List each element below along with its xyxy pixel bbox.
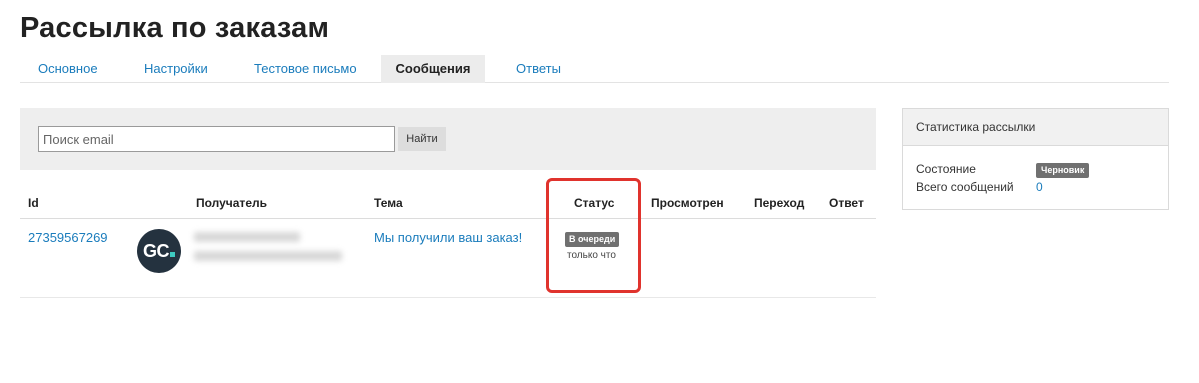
stats-panel: Статистика рассылки Состояние Черновик В… [902,108,1169,210]
page-title: Рассылка по заказам [20,12,330,44]
search-button[interactable]: Найти [398,127,446,151]
tab-bar: Основное Настройки Тестовое письмо Сообщ… [20,55,1169,83]
stats-panel-title: Статистика рассылки [903,109,1168,146]
avatar-dot [170,252,175,257]
tab-messages[interactable]: Сообщения [381,55,485,83]
tab-replies[interactable]: Ответы [516,55,561,83]
column-header-recipient: Получатель [196,196,267,210]
column-header-subject: Тема [374,196,403,210]
message-subject-link[interactable]: Мы получили ваш заказ! [374,230,522,245]
column-header-reply: Ответ [829,196,864,210]
redacted-recipient-email [194,251,342,261]
search-panel: Найти [20,108,876,170]
column-header-id: Id [28,196,39,210]
column-header-status: Статус [574,196,615,210]
search-input[interactable] [38,126,395,152]
tab-settings[interactable]: Настройки [144,55,208,83]
status-timestamp: только что [567,250,616,261]
status-badge: В очереди [565,232,620,247]
tab-main[interactable]: Основное [38,55,98,83]
tab-test-email[interactable]: Тестовое письмо [254,55,357,83]
column-header-viewed: Просмотрен [651,196,724,210]
avatar-initials: GC [143,241,170,261]
table-header: Id Получатель Тема Статус Просмотрен Пер… [20,187,876,219]
redacted-recipient-name [194,232,300,242]
table-row: 27359567269 GC Мы получили ваш заказ! В … [20,220,876,298]
avatar-logo: GC [137,229,181,273]
stats-state-label: Состояние [916,162,976,176]
stats-total-label: Всего сообщений [916,180,1014,194]
column-header-click: Переход [754,196,805,210]
stats-total-link[interactable]: 0 [1036,180,1043,194]
avatar: GC [137,229,181,273]
stats-state-badge: Черновик [1036,163,1090,178]
message-id-link[interactable]: 27359567269 [28,230,108,245]
